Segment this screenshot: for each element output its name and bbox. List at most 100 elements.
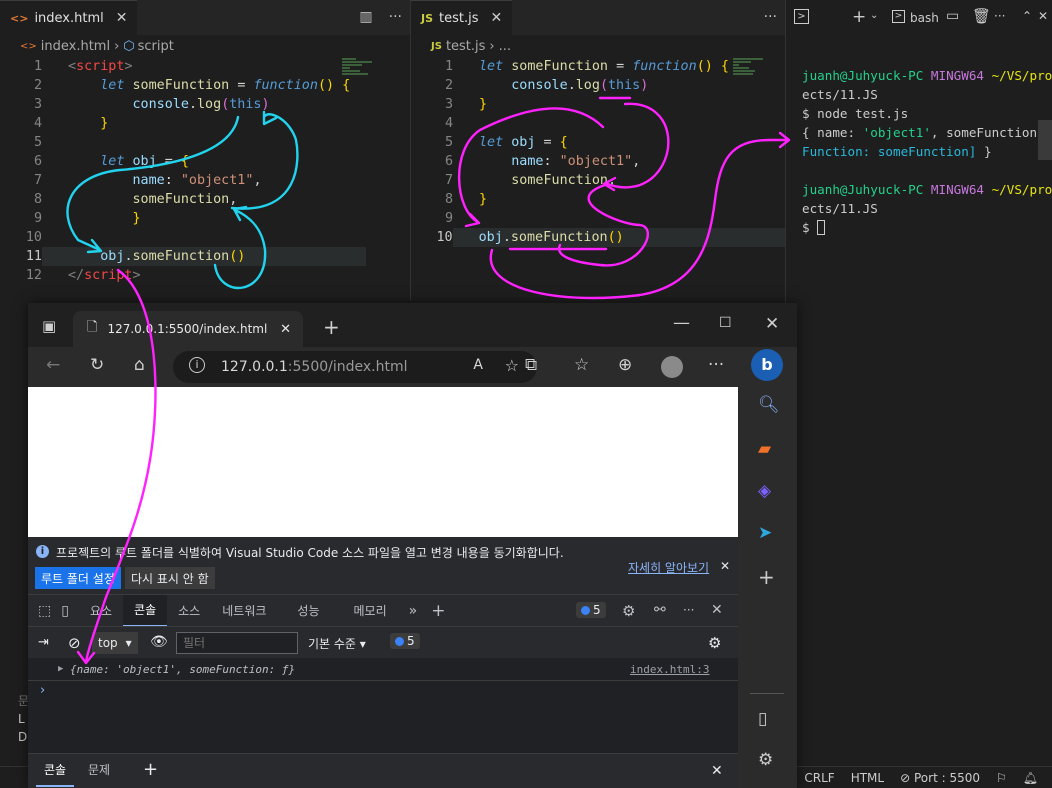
device-icon[interactable]: ▯ <box>61 603 69 619</box>
console-log-entry[interactable]: ▶ {name: 'object1', someFunction: ƒ} ind… <box>28 658 738 681</box>
gear-icon[interactable]: ⚙ <box>622 602 635 620</box>
minimap[interactable] <box>733 57 773 97</box>
new-tab-icon[interactable]: + <box>323 315 340 339</box>
issues-badge[interactable]: 5 <box>576 602 606 618</box>
inspect-icon[interactable]: ⬚ <box>38 603 51 619</box>
eye-icon[interactable]: 👁︎ <box>150 634 168 650</box>
code-line: 11 obj.someFunction() <box>0 247 410 266</box>
tab-test-js[interactable]: JS test.js ✕ <box>411 0 513 35</box>
bell-icon[interactable]: 🔔︎ <box>1023 771 1038 785</box>
extensions-icon[interactable]: ⧉ <box>525 355 537 375</box>
code-editor[interactable]: 1 let someFunction = function() { 2 conso… <box>411 57 785 247</box>
shell-name[interactable]: bash <box>910 11 939 25</box>
terminal-panel[interactable]: > + ⌄ > bash ▭ 🗑 ··· ⌃ ✕ juanh@Juhyuck-P… <box>785 0 1052 770</box>
scrollbar[interactable] <box>1038 120 1052 160</box>
status-item[interactable]: HTML <box>851 771 884 785</box>
add-icon[interactable]: + <box>758 565 775 589</box>
drawer-tab-console[interactable]: 콘솔 <box>36 754 75 787</box>
gear-icon[interactable]: ⚙ <box>708 634 721 652</box>
set-root-folder-button[interactable]: 루트 폴더 설정 <box>35 567 121 589</box>
sidebar-toggle-icon[interactable]: ▯ <box>758 709 767 729</box>
trash-icon[interactable]: 🗑 <box>972 7 991 25</box>
new-terminal-icon[interactable]: + <box>852 7 866 27</box>
minimize-icon[interactable]: — <box>673 313 690 333</box>
refresh-icon[interactable]: ↻ <box>90 355 104 375</box>
console-message-badge[interactable]: 5 <box>390 633 420 649</box>
tab-memory[interactable]: 메모리 <box>340 595 401 627</box>
home-icon[interactable]: ⌂ <box>134 355 145 375</box>
more-tabs-icon[interactable]: » <box>409 603 418 619</box>
tab-sources[interactable]: 소스 <box>167 595 211 627</box>
close-icon[interactable]: ✕ <box>1038 9 1048 23</box>
back-icon[interactable]: ← <box>46 355 60 375</box>
office-icon[interactable]: ◈ <box>758 481 771 501</box>
more-actions-icon[interactable]: ··· <box>708 355 724 375</box>
editor-actions: ▥ ··· <box>359 9 402 25</box>
chevron-up-icon[interactable]: ⌃ <box>1022 9 1032 23</box>
status-item[interactable]: CRLF <box>804 771 834 785</box>
dont-show-again-button[interactable]: 다시 표시 안 함 <box>125 567 215 589</box>
close-icon[interactable]: ✕ <box>280 322 291 337</box>
status-item[interactable]: ⊘ Port : 5500 <box>900 771 980 785</box>
console-prompt[interactable]: › <box>40 683 45 698</box>
tab-actions-icon[interactable]: ▣ <box>42 317 56 335</box>
more-actions-icon[interactable]: ··· <box>389 9 402 25</box>
tools-icon[interactable]: ▰ <box>758 439 771 459</box>
code-line: 4 <box>444 116 453 131</box>
more-actions-icon[interactable]: ··· <box>764 9 777 25</box>
breadcrumb-item[interactable]: script <box>138 39 174 54</box>
bing-chat-icon[interactable]: b <box>751 349 783 381</box>
tab-elements[interactable]: 요소 <box>79 595 123 627</box>
address-bar[interactable]: i 127.0.0.1:5500/index.html A ☆ <box>173 351 537 383</box>
more-actions-icon[interactable]: ··· <box>683 603 694 617</box>
favorite-add-icon[interactable]: ☆ <box>505 356 519 375</box>
favorites-icon[interactable]: ☆ <box>574 355 589 375</box>
add-tab-icon[interactable]: + <box>431 601 445 621</box>
breadcrumb-item[interactable]: index.html <box>41 39 110 54</box>
browser-tab[interactable]: 🗋 127.0.0.1:5500/index.html ✕ <box>73 311 303 347</box>
close-icon[interactable]: ✕ <box>491 10 503 26</box>
close-icon[interactable]: ✕ <box>711 602 723 618</box>
breadcrumb-item[interactable]: ... <box>499 39 511 54</box>
collections-icon[interactable]: ⊕ <box>618 355 632 375</box>
close-window-icon[interactable]: ✕ <box>765 314 779 334</box>
terminal-prompt[interactable]: $ <box>786 218 1052 237</box>
terminal-icon[interactable]: > <box>794 9 809 24</box>
log-level-select[interactable]: 기본 수준 ▾ <box>308 635 366 652</box>
feedback-icon[interactable]: ⚐ <box>996 771 1007 785</box>
close-icon[interactable]: ✕ <box>711 763 723 779</box>
avatar[interactable] <box>661 356 683 378</box>
clear-console-icon[interactable]: ⊘ <box>68 634 81 652</box>
minimap[interactable] <box>342 57 382 97</box>
panel-left-edge: 문 L D <box>0 680 29 766</box>
read-aloud-icon[interactable]: A <box>473 357 483 373</box>
close-icon[interactable]: ✕ <box>116 10 128 26</box>
more-actions-icon[interactable]: ··· <box>994 9 1005 23</box>
page-viewport[interactable] <box>28 387 738 537</box>
split-terminal-icon[interactable]: ▭ <box>946 8 959 24</box>
editor-actions: ··· <box>764 9 777 25</box>
tab-index-html[interactable]: <> index.html ✕ <box>0 0 138 35</box>
close-icon[interactable]: ✕ <box>720 559 730 573</box>
gear-icon[interactable]: ⚙ <box>758 750 773 770</box>
tab-network[interactable]: 네트워크 <box>211 595 277 627</box>
code-line: 4 } <box>33 116 109 131</box>
expand-arrow-icon[interactable]: ▶ <box>58 658 63 681</box>
drawer-tab-issues[interactable]: 문제 <box>88 754 110 787</box>
context-select[interactable]: top ▾ <box>92 632 138 654</box>
maximize-icon[interactable]: ☐ <box>719 315 732 331</box>
connect-icon[interactable]: ⚯ <box>654 602 666 618</box>
filter-input[interactable] <box>176 632 298 654</box>
learn-more-link[interactable]: 자세히 알아보기 <box>628 559 709 576</box>
split-editor-icon[interactable]: ▥ <box>359 9 372 25</box>
chevron-down-icon[interactable]: ⌄ <box>870 10 878 21</box>
breadcrumb-item[interactable]: test.js <box>446 39 485 54</box>
log-source-link[interactable]: index.html:3 <box>630 658 709 681</box>
sidebar-toggle-icon[interactable]: ⇥ <box>38 635 49 650</box>
tab-performance[interactable]: 성능 <box>277 595 339 627</box>
search-icon[interactable]: 🔍︎ <box>758 395 780 415</box>
tab-console[interactable]: 콘솔 <box>123 594 168 627</box>
add-tab-icon[interactable]: + <box>143 759 158 780</box>
send-icon[interactable]: ➤ <box>758 523 772 543</box>
info-icon[interactable]: i <box>189 357 205 373</box>
